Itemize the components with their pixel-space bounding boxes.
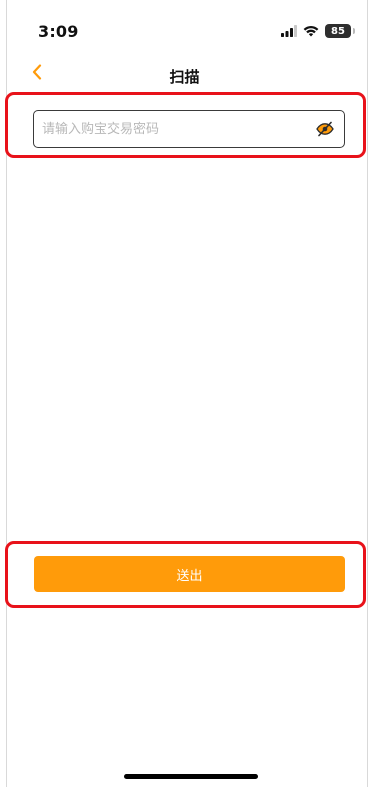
status-icons: 85: [281, 22, 355, 41]
password-field: [33, 110, 345, 148]
home-indicator: [124, 774, 258, 779]
signal-icon: [281, 22, 297, 41]
battery-level: 85: [331, 25, 345, 37]
navigation-bar: 扫描: [0, 54, 369, 94]
right-edge-line: [367, 0, 368, 787]
submit-button[interactable]: 送出: [34, 556, 345, 592]
wifi-icon: [303, 22, 319, 41]
eye-hidden-icon[interactable]: [316, 121, 334, 137]
page-title: 扫描: [169, 68, 200, 86]
status-time: 3:09: [38, 22, 79, 41]
battery-indicator: 85: [325, 24, 355, 38]
status-bar: 3:09 85: [0, 0, 369, 54]
password-input[interactable]: [42, 111, 304, 147]
battery-cap: [353, 28, 355, 34]
